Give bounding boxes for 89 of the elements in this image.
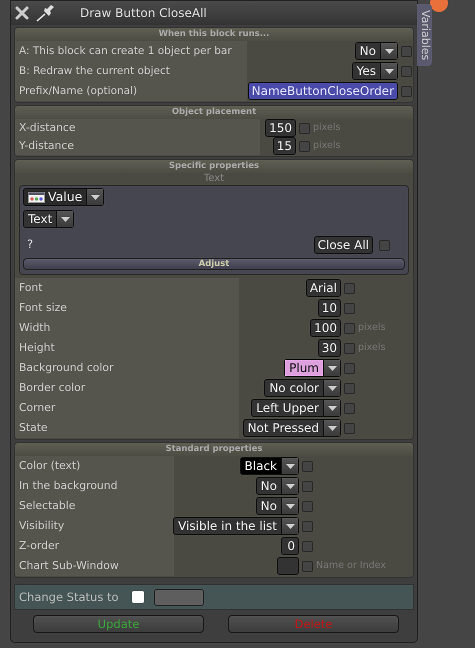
source-dropdown[interactable]: Value — [23, 188, 104, 206]
section-header: Object placement — [15, 106, 413, 119]
field-label: X-distance — [15, 119, 260, 137]
status-label: Change Status to — [19, 588, 120, 606]
input-field[interactable]: 150 — [265, 119, 296, 137]
field-label: In the background — [15, 476, 174, 496]
type-dropdown[interactable]: Text — [23, 210, 74, 228]
caret-icon[interactable] — [60, 216, 70, 222]
checkbox[interactable] — [379, 240, 390, 250]
checkbox[interactable] — [344, 282, 355, 294]
input-field[interactable]: NameButtonCloseOrder — [248, 82, 398, 100]
field-label: Z-order — [15, 536, 174, 556]
checkbox[interactable] — [401, 46, 412, 56]
checkbox[interactable] — [344, 342, 355, 354]
field-label: Font size — [15, 298, 239, 318]
input-field[interactable]: 0 — [281, 537, 299, 556]
close-icon[interactable] — [14, 5, 30, 21]
input-field[interactable]: 15 — [272, 137, 296, 155]
caret-icon[interactable] — [384, 68, 394, 74]
field-label: Selectable — [15, 496, 174, 516]
field-label: Color (text) — [15, 456, 174, 476]
status-field[interactable] — [154, 588, 204, 606]
field-label: Corner — [15, 398, 239, 418]
dropdown[interactable]: Left Upper — [251, 399, 341, 418]
caret-icon[interactable] — [286, 484, 294, 489]
caret-icon[interactable] — [286, 464, 294, 469]
dropdown[interactable]: Plum — [284, 359, 341, 378]
dropdown[interactable]: No — [256, 497, 299, 516]
field-label: Y-distance — [15, 137, 260, 155]
section-header: Standard properties — [15, 443, 413, 456]
field-label: Border color — [15, 378, 239, 398]
input-field[interactable]: 10 — [318, 299, 341, 318]
field-label: Visibility — [15, 516, 174, 536]
field-label: B: Redraw the current object — [15, 61, 247, 81]
window-title: Draw Button CloseAll — [80, 5, 207, 22]
caret-icon[interactable] — [286, 504, 294, 509]
field-label: Background color — [15, 358, 239, 378]
text-field[interactable]: Close All — [314, 236, 373, 254]
caret-icon[interactable] — [328, 386, 336, 391]
prompt-text: ? — [27, 236, 34, 254]
dropdown[interactable]: No color — [264, 379, 341, 398]
input-field[interactable]: 100 — [310, 319, 341, 338]
dropdown[interactable]: Not Pressed — [242, 419, 341, 438]
field-label: A: This block can create 1 object per bar — [15, 41, 247, 61]
checkbox[interactable] — [299, 140, 310, 152]
caret-icon[interactable] — [328, 426, 336, 431]
dropdown[interactable]: No — [354, 42, 398, 60]
checkbox[interactable] — [302, 480, 313, 492]
subsection-title: Text — [202, 173, 226, 185]
checkbox[interactable] — [344, 302, 355, 314]
input-field[interactable]: 30 — [318, 339, 341, 358]
input-field[interactable]: Arial — [306, 279, 341, 298]
checkbox[interactable] — [344, 422, 355, 434]
checkbox[interactable] — [302, 520, 313, 532]
field-label: Width — [15, 318, 239, 338]
caret-icon[interactable] — [328, 366, 336, 371]
checkbox[interactable] — [401, 86, 412, 96]
checkbox[interactable] — [299, 122, 310, 134]
checkbox[interactable] — [344, 382, 355, 394]
adjust-button[interactable]: Adjust — [23, 258, 405, 270]
field-label: Chart Sub-Window — [15, 556, 174, 576]
input-field[interactable] — [277, 557, 299, 576]
caret-icon[interactable] — [328, 406, 336, 411]
variables-tab[interactable]: Variables — [417, 4, 432, 66]
dropdown[interactable]: Black — [240, 457, 299, 476]
caret-icon[interactable] — [90, 194, 100, 200]
checkbox[interactable] — [401, 66, 412, 76]
field-label: Height — [15, 338, 239, 358]
dropdown[interactable]: Visible in the list — [173, 517, 299, 536]
checkbox[interactable] — [132, 591, 144, 604]
pin-icon[interactable] — [36, 4, 56, 22]
field-label: State — [15, 418, 239, 438]
section-header: Specific properties — [15, 160, 413, 173]
dropdown[interactable]: Yes — [352, 62, 398, 80]
checkbox[interactable] — [344, 322, 355, 334]
section-header: When this block runs... — [15, 28, 413, 41]
caret-icon[interactable] — [286, 524, 294, 529]
field-label: Prefix/Name (optional) — [15, 81, 247, 101]
dropdown-value: Value — [48, 189, 82, 205]
checkbox[interactable] — [302, 500, 313, 512]
field-label: Font — [15, 278, 239, 298]
checkbox[interactable] — [344, 362, 355, 374]
checkbox[interactable] — [302, 560, 313, 572]
card-icon — [28, 192, 45, 202]
checkbox[interactable] — [344, 402, 355, 414]
dropdown[interactable]: No — [256, 477, 299, 496]
checkbox[interactable] — [302, 540, 313, 552]
checkbox[interactable] — [302, 460, 313, 472]
caret-icon[interactable] — [384, 48, 394, 54]
